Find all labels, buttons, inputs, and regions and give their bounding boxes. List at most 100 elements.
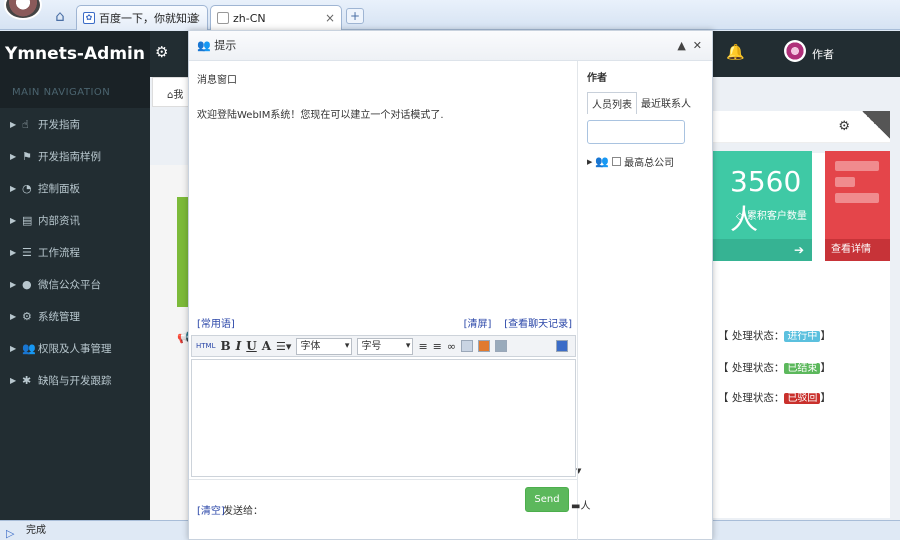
sidebar-item-wechat[interactable]: ▶ ● 微信公众平台 xyxy=(0,268,150,300)
image-icon[interactable] xyxy=(478,340,491,352)
caret-right-icon: ▶ xyxy=(10,151,17,161)
sidebar-item-label: 工作流程 xyxy=(38,246,80,259)
font-size-select[interactable]: 字号 xyxy=(357,337,414,355)
status-icon: ▷ xyxy=(6,527,15,540)
sidebar-item-workflow[interactable]: ▶ ☰ 工作流程 xyxy=(0,236,150,268)
chat-history-link[interactable]: [查看聊天记录] xyxy=(504,319,572,330)
sidebar-item-label: 内部资讯 xyxy=(38,214,80,227)
browser-tab-zh-cn[interactable]: zh-CN × xyxy=(210,5,342,30)
bell-icon[interactable]: 🔔 xyxy=(726,43,745,61)
italic-button[interactable]: I xyxy=(236,339,242,353)
editor-toolbar: HTML B I U A ☰▾ 字体 字号 ≡ ≡ ∞ xyxy=(191,335,576,357)
sidebar-item-bugs[interactable]: ▶ ✱ 缺陷与开发跟踪 xyxy=(0,364,150,396)
card-bar xyxy=(835,193,879,203)
clear-screen-link[interactable]: [清屏] xyxy=(464,319,492,330)
caret-right-icon[interactable]: ▶ xyxy=(587,158,592,166)
breadcrumb-text: 我 xyxy=(173,90,184,101)
underline-button[interactable]: U xyxy=(246,339,256,353)
dialog-footer: [清空] 发送给： xyxy=(189,479,577,539)
user-avatar[interactable] xyxy=(784,40,806,62)
dialog-controls: ▲ ✕ xyxy=(677,31,702,61)
align-center-icon[interactable]: ≡ xyxy=(433,340,442,353)
align-left-icon[interactable]: ≡ xyxy=(418,340,427,353)
emoticon-icon[interactable] xyxy=(495,340,508,352)
breadcrumb[interactable]: ⌂我 xyxy=(152,77,190,107)
card-more-link[interactable]: ➔ xyxy=(712,239,812,261)
status-row: 【 处理状态： 进行中】 xyxy=(718,330,831,342)
diamond-icon: ◇ xyxy=(736,211,747,222)
sidebar-item-label: 开发指南 xyxy=(38,118,80,131)
bug-icon: ✱ xyxy=(22,373,32,387)
tree-checkbox[interactable] xyxy=(612,157,622,166)
group-icon: 👥 xyxy=(595,155,610,168)
caret-right-icon: ▶ xyxy=(10,279,17,289)
author-label: 作者 xyxy=(587,73,607,84)
sidebar-item-dashboard[interactable]: ▶ ◔ 控制面板 xyxy=(0,172,150,204)
contacts-panel: 作者 人员列表 最近联系人 ▶ 👥 最高总公司 xyxy=(587,69,707,169)
browser-tab-baidu[interactable]: ✿ 百度一下，你就知道 × xyxy=(76,5,208,30)
view-details-link[interactable]: 查看详情 xyxy=(825,239,890,261)
clear-input-link[interactable]: [清空] xyxy=(197,502,225,517)
dialog-title-bar[interactable]: 👥 提示 ▲ ✕ xyxy=(189,31,712,61)
send-to-label: 发送给： xyxy=(223,506,263,517)
minimize-icon[interactable]: ▲ xyxy=(677,39,685,52)
nav-header: MAIN NAVIGATION xyxy=(0,77,150,108)
message-editor[interactable] xyxy=(191,359,576,477)
tab-recent-contacts[interactable]: 最近联系人 xyxy=(637,92,695,114)
message-links: [常用语] [清屏] [查看聊天记录] xyxy=(197,315,572,330)
unlink-icon[interactable] xyxy=(461,340,474,352)
newspaper-icon: ▤ xyxy=(22,213,33,227)
baidu-paw-icon: ✿ xyxy=(83,12,95,24)
list-icon[interactable]: ☰▾ xyxy=(276,340,291,353)
status-badge: 进行中 xyxy=(784,331,821,342)
sidebar-item-dev-samples[interactable]: ▶ ⚑ 开发指南样例 xyxy=(0,140,150,172)
org-tree-root[interactable]: ▶ 👥 最高总公司 xyxy=(587,154,707,169)
sidebar-item-system[interactable]: ▶ ⚙ 系统管理 xyxy=(0,300,150,332)
browser-profile-avatar[interactable] xyxy=(4,0,42,20)
bold-button[interactable]: B xyxy=(220,339,230,353)
sidebar-item-label: 控制面板 xyxy=(38,182,80,195)
sidebar-item-permissions[interactable]: ▶ 👥 权限及人事管理 xyxy=(0,332,150,364)
sidebar: MAIN NAVIGATION ▶ ☝ 开发指南 ▶ ⚑ 开发指南样例 ▶ ◔ 控制面板 ▶… xyxy=(0,77,150,520)
cogs-icon[interactable]: ⚙ xyxy=(155,43,168,61)
close-icon[interactable]: × xyxy=(325,11,335,25)
tab-label: 百度一下，你就知道 xyxy=(99,12,198,25)
hand-pointer-icon: ☝ xyxy=(22,117,29,131)
expand-corner-icon[interactable] xyxy=(862,111,890,139)
contact-search-input[interactable] xyxy=(587,120,685,144)
tree-node-label: 最高总公司 xyxy=(624,158,675,169)
tab-people-list[interactable]: 人员列表 xyxy=(587,92,637,114)
font-color-button[interactable]: A xyxy=(262,339,271,353)
send-button[interactable]: Send xyxy=(525,487,569,512)
caret-right-icon: ▶ xyxy=(10,119,17,129)
link-icon[interactable]: ∞ xyxy=(447,340,456,353)
caret-right-icon: ▶ xyxy=(10,215,17,225)
sidebar-item-label: 缺陷与开发跟踪 xyxy=(38,374,112,387)
sidebar-item-dev-guide[interactable]: ▶ ☝ 开发指南 xyxy=(0,108,150,140)
users-icon: 👥 xyxy=(197,39,211,52)
wechat-icon: ● xyxy=(22,277,32,291)
html-mode-button[interactable]: HTML xyxy=(196,342,215,350)
panel-header: ⚙ xyxy=(712,111,890,143)
status-badge: 已结束 xyxy=(784,363,821,374)
contacts-tabs: 人员列表 最近联系人 xyxy=(587,92,707,114)
common-phrases-link[interactable]: [常用语] xyxy=(197,319,235,330)
gear-icon[interactable]: ⚙ xyxy=(838,119,850,134)
person-label: ▬人 xyxy=(571,501,591,512)
close-icon[interactable]: × xyxy=(191,11,201,25)
customer-count-value: 3560人 xyxy=(730,165,802,236)
webim-dialog: 👥 提示 ▲ ✕ 消息窗口 欢迎登陆WebIM系统！您现在可以建立一个对话模式了… xyxy=(188,30,713,540)
card-bar xyxy=(835,161,879,171)
status-row: 【 处理状态： 已结束】 xyxy=(718,362,831,374)
new-tab-button[interactable]: + xyxy=(346,8,364,24)
fullscreen-icon[interactable] xyxy=(556,340,569,352)
close-icon[interactable]: ✕ xyxy=(693,39,702,52)
users-icon: 👥 xyxy=(22,341,36,355)
sidebar-item-news[interactable]: ▶ ▤ 内部资讯 xyxy=(0,204,150,236)
font-family-select[interactable]: 字体 xyxy=(296,337,353,355)
user-name[interactable]: 作者 xyxy=(812,46,834,62)
message-heading: 消息窗口 xyxy=(197,75,237,86)
home-icon[interactable]: ⌂ xyxy=(50,6,70,26)
brand-logo[interactable]: Ymnets-Admin xyxy=(0,31,150,77)
sidebar-item-label: 开发指南样例 xyxy=(38,150,101,163)
